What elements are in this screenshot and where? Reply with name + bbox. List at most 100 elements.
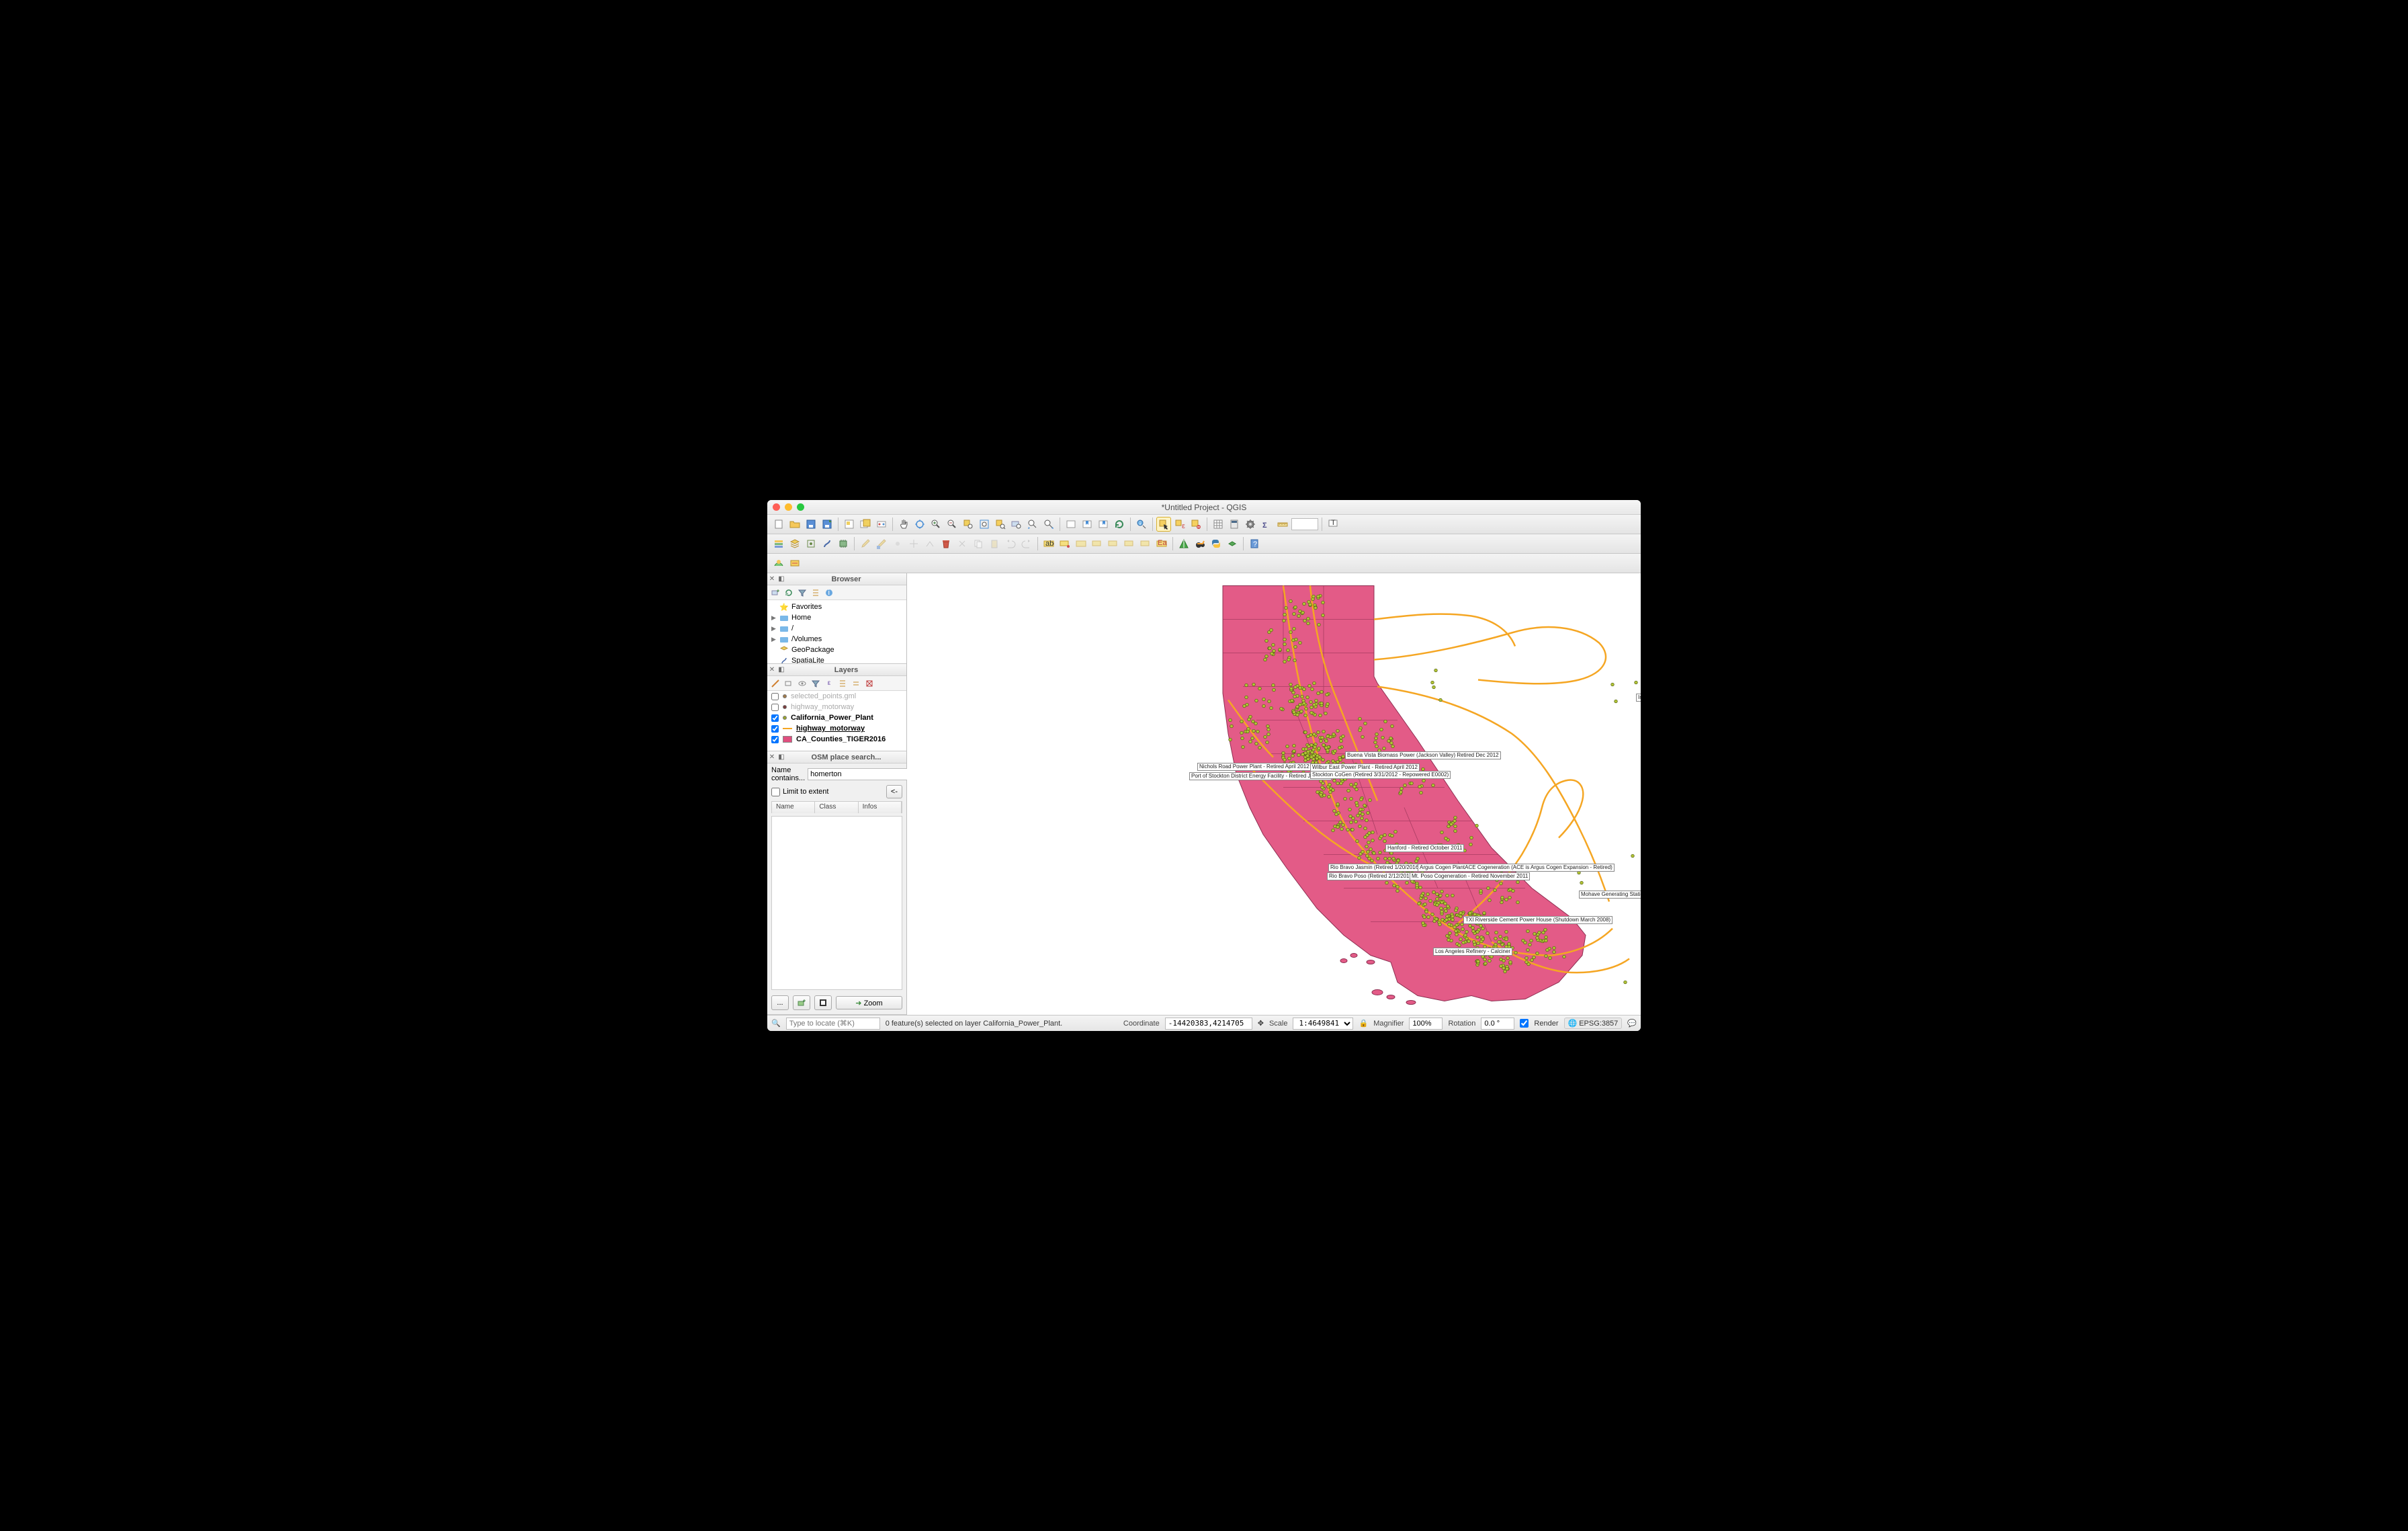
osm-back-button[interactable]: <- [886,785,902,798]
window-close[interactable] [773,503,780,511]
osm-mask-button[interactable] [814,995,832,1010]
layer-filter-icon[interactable] [810,678,821,689]
window-zoom[interactable] [797,503,804,511]
quickmap-button[interactable] [787,556,802,571]
paste-button[interactable] [987,536,1002,551]
messages-icon[interactable]: 💬 [1627,1019,1637,1028]
quickosm-button[interactable] [771,556,786,571]
open-attr-table-button[interactable] [1211,517,1226,532]
move-feature-button[interactable] [906,536,921,551]
label-pin-button[interactable] [1058,536,1072,551]
new-shapefile-button[interactable] [804,536,818,551]
map-tips-spin[interactable] [1291,518,1318,530]
tree-item-geopackage[interactable]: GeoPackage [767,645,906,655]
show-bookmarks-button[interactable] [1096,517,1111,532]
magnifier-input[interactable] [1409,1018,1443,1030]
field-calc-button[interactable] [1227,517,1242,532]
save-project-button[interactable] [804,517,818,532]
refresh-button[interactable] [1112,517,1127,532]
layout-manager-button[interactable] [858,517,873,532]
new-memory-button[interactable] [836,536,851,551]
new-bookmark-button[interactable] [1080,517,1094,532]
browser-undock-icon[interactable]: ◧ [777,575,786,584]
save-edits-button[interactable] [874,536,889,551]
layer-selected-points[interactable]: selected_points.gml [767,691,906,702]
osm-name-input[interactable] [808,768,908,780]
osm-add-layer-button[interactable] [793,995,810,1010]
layers-close-icon[interactable]: ✕ [767,665,777,675]
deselect-all-button[interactable] [1189,517,1203,532]
properties-icon[interactable]: i [824,587,834,598]
select-by-value-button[interactable]: ε [1172,517,1187,532]
label-move-button[interactable] [1090,536,1105,551]
tree-item-volumes[interactable]: ▶/Volumes [767,634,906,645]
layer-visibility-icon[interactable] [797,678,808,689]
open-project-button[interactable] [787,517,802,532]
add-layer-icon[interactable] [770,587,781,598]
zoom-last-button[interactable] [1025,517,1040,532]
copy-button[interactable] [971,536,986,551]
layer-highway-2[interactable]: highway_motorway [767,723,906,734]
stats-button[interactable]: Σ [1259,517,1274,532]
scale-select[interactable]: 1:4649841 [1293,1018,1353,1030]
browser-tree[interactable]: ⭐Favorites ▶Home ▶/ ▶/Volumes GeoPackage… [767,600,906,663]
new-spatialite-button[interactable] [820,536,834,551]
collapse-all-icon[interactable] [810,587,821,598]
coord-input[interactable] [1165,1018,1252,1030]
tree-item-root[interactable]: ▶/ [767,623,906,634]
osm-zoom-button[interactable]: ➜ Zoom [836,996,902,1009]
label-highlight-button[interactable] [1074,536,1088,551]
node-tool-button[interactable] [922,536,937,551]
filter-browser-icon[interactable] [797,587,808,598]
tree-item-favorites[interactable]: ⭐Favorites [767,602,906,612]
layer-power-plant[interactable]: California_Power_Plant [767,712,906,723]
identify-button[interactable] [1134,517,1149,532]
georeferencer-button[interactable] [1176,536,1191,551]
browser-close-icon[interactable]: ✕ [767,575,777,584]
zoom-native-button[interactable] [961,517,976,532]
python-console-button[interactable] [1209,536,1223,551]
label-rotate-button[interactable] [1106,536,1121,551]
layer-expr-icon[interactable]: ε [824,678,834,689]
select-features-button[interactable] [1156,517,1171,532]
zoom-full-button[interactable] [977,517,992,532]
lock-icon[interactable]: 🔒 [1359,1019,1368,1028]
tree-item-home[interactable]: ▶Home [767,612,906,623]
save-as-button[interactable] [820,517,834,532]
label-change-button[interactable] [1122,536,1137,551]
layer-highway-1[interactable]: highway_motorway [767,702,906,712]
delete-selected-button[interactable] [939,536,953,551]
help-button[interactable]: ? [1247,536,1262,551]
layer-collapse-icon[interactable] [851,678,861,689]
zoom-next-button[interactable] [1041,517,1056,532]
extents-icon[interactable]: ✥ [1258,1019,1264,1028]
window-minimize[interactable] [785,503,792,511]
pan-button[interactable] [896,517,911,532]
label-show-button[interactable] [1138,536,1153,551]
render-checkbox[interactable] [1520,1019,1529,1028]
layer-remove-icon[interactable] [864,678,875,689]
layer-counties[interactable]: CA_Counties_TIGER2016 [767,734,906,745]
new-map-view-button[interactable] [1064,517,1078,532]
toggle-editing-button[interactable] [858,536,873,551]
refresh-browser-icon[interactable] [783,587,794,598]
osm-limit-checkbox[interactable] [771,788,780,796]
redo-button[interactable] [1019,536,1034,551]
add-feature-button[interactable] [890,536,905,551]
style-manager-button[interactable] [874,517,889,532]
layer-add-group-icon[interactable] [783,678,794,689]
tree-item-spatialite[interactable]: SpatiaLite [767,655,906,663]
toolbox-button[interactable] [1243,517,1258,532]
measure-button[interactable] [1275,517,1290,532]
layer-expand-icon[interactable] [837,678,848,689]
zoom-selection-button[interactable] [993,517,1008,532]
easy-label-button[interactable]: Easy [1154,536,1169,551]
rotation-input[interactable] [1481,1018,1514,1030]
osm-results-table[interactable] [771,816,902,990]
annotation-text-button[interactable]: T [1326,517,1340,532]
osm-download-button[interactable] [1193,536,1207,551]
undo-button[interactable] [1003,536,1018,551]
label-tool-abc[interactable]: abc [1041,536,1056,551]
map-canvas[interactable]: Intermountain Power Project (UT)Buena Vi… [907,573,1641,1015]
new-layout-button[interactable] [842,517,857,532]
